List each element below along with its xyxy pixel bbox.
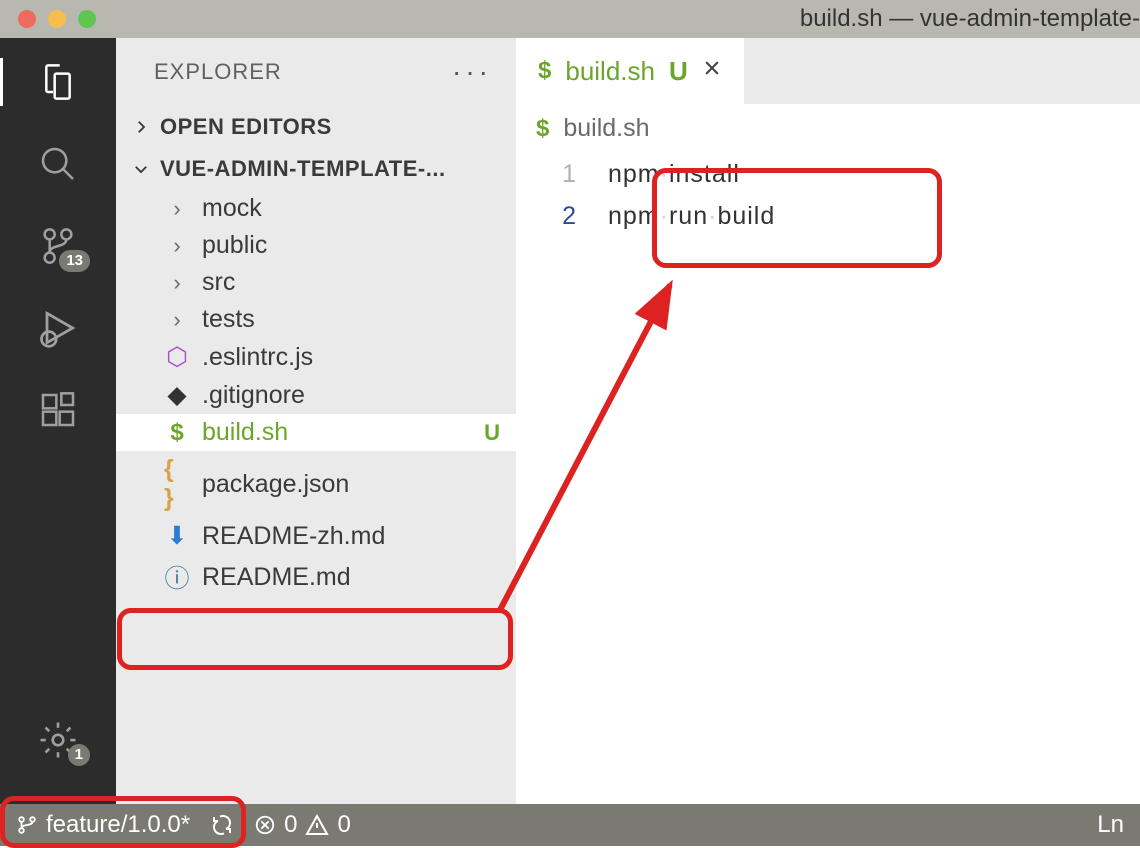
open-editors-section[interactable]: OPEN EDITORS xyxy=(116,106,516,148)
window-controls xyxy=(18,10,96,28)
chevron-right-icon: › xyxy=(164,307,190,333)
sidebar-title: EXPLORER xyxy=(154,59,282,85)
line-number: 2 xyxy=(516,202,608,231)
run-debug-activity-icon[interactable] xyxy=(34,304,82,352)
tree-item-label: package.json xyxy=(202,470,349,499)
code-line[interactable]: 2npm·run·build xyxy=(516,195,1140,237)
sidebar-more-icon[interactable]: ··· xyxy=(452,56,492,88)
tree-item-label: mock xyxy=(202,194,262,223)
problems-status[interactable]: 0 0 xyxy=(254,811,351,839)
branch-name: feature/1.0.0* xyxy=(46,811,190,839)
chevron-right-icon: › xyxy=(164,196,190,222)
status-bar: feature/1.0.0* 0 0 Ln xyxy=(0,804,1140,846)
tab-status: U xyxy=(669,56,688,87)
chevron-down-icon xyxy=(132,160,150,178)
tree-item-label: src xyxy=(202,268,235,297)
tree-item-README-zh-md[interactable]: ⬇README-zh.md xyxy=(116,517,516,555)
branch-status[interactable]: feature/1.0.0* xyxy=(16,811,190,839)
dollar-icon: $ xyxy=(538,57,551,85)
errors-count: 0 xyxy=(284,811,297,839)
tree-item--eslintrc-js[interactable]: ⬡.eslintrc.js xyxy=(116,338,516,376)
breadcrumb[interactable]: $ build.sh xyxy=(516,104,1140,153)
maximize-window-button[interactable] xyxy=(78,10,96,28)
tree-item--gitignore[interactable]: ◆.gitignore xyxy=(116,376,516,414)
settings-activity-icon[interactable]: 1 xyxy=(34,716,82,764)
explorer-sidebar: EXPLORER ··· OPEN EDITORS VUE-ADMIN-TEMP… xyxy=(116,38,516,804)
title-bar: build.sh — vue-admin-template- xyxy=(0,0,1140,38)
tree-item-label: tests xyxy=(202,305,255,334)
activity-bar: 13 1 xyxy=(0,38,116,804)
file-tree: › mock › public › src › tests ⬡.eslintrc.js◆.git… xyxy=(116,190,516,804)
tree-item-label: build.sh xyxy=(202,418,288,447)
code-line[interactable]: 1npm·install xyxy=(516,153,1140,195)
tab-name: build.sh xyxy=(565,56,655,87)
tree-item-label: README-zh.md xyxy=(202,522,385,551)
tree-item-mock[interactable]: › mock xyxy=(116,190,516,227)
tree-item-label: .eslintrc.js xyxy=(202,343,313,372)
warnings-count: 0 xyxy=(337,811,350,839)
explorer-activity-icon[interactable] xyxy=(34,58,82,106)
window-title: build.sh — vue-admin-template- xyxy=(800,5,1140,33)
sidebar-header: EXPLORER ··· xyxy=(116,38,516,106)
code-content: npm·install xyxy=(608,160,740,189)
git-status: U xyxy=(484,420,500,446)
tree-item-package-json[interactable]: { }package.json xyxy=(116,451,516,517)
tree-item-label: README.md xyxy=(202,563,351,592)
sync-status[interactable] xyxy=(210,813,234,837)
tab-bar: $ build.sh U xyxy=(516,38,1140,104)
scm-badge: 13 xyxy=(59,250,90,272)
search-activity-icon[interactable] xyxy=(34,140,82,188)
editor-area: $ build.sh U $ build.sh 1npm·install2npm… xyxy=(516,38,1140,804)
extensions-activity-icon[interactable] xyxy=(34,386,82,434)
line-number: 1 xyxy=(516,160,608,189)
chevron-right-icon xyxy=(132,118,150,136)
close-window-button[interactable] xyxy=(18,10,36,28)
close-tab-icon[interactable] xyxy=(702,58,722,84)
tree-item-src[interactable]: › src xyxy=(116,264,516,301)
open-editors-label: OPEN EDITORS xyxy=(160,114,332,140)
dollar-icon: $ xyxy=(536,115,549,143)
project-label: VUE-ADMIN-TEMPLATE-... xyxy=(160,156,446,182)
project-section[interactable]: VUE-ADMIN-TEMPLATE-... xyxy=(116,148,516,190)
chevron-right-icon: › xyxy=(164,233,190,259)
cursor-position[interactable]: Ln xyxy=(1097,811,1124,839)
code-content: npm·run·build xyxy=(608,202,775,231)
tree-item-label: public xyxy=(202,231,267,260)
code-editor[interactable]: 1npm·install2npm·run·build xyxy=(516,153,1140,237)
tab-build-sh[interactable]: $ build.sh U xyxy=(516,38,744,104)
tree-item-README-md[interactable]: ⓘREADME.md xyxy=(116,555,516,599)
tree-item-label: .gitignore xyxy=(202,381,305,410)
tree-item-tests[interactable]: › tests xyxy=(116,301,516,338)
tree-item-build-sh[interactable]: $build.shU xyxy=(116,414,516,451)
tree-item-public[interactable]: › public xyxy=(116,227,516,264)
minimize-window-button[interactable] xyxy=(48,10,66,28)
chevron-right-icon: › xyxy=(164,270,190,296)
settings-badge: 1 xyxy=(68,744,90,766)
breadcrumb-file: build.sh xyxy=(563,114,649,143)
source-control-activity-icon[interactable]: 13 xyxy=(34,222,82,270)
